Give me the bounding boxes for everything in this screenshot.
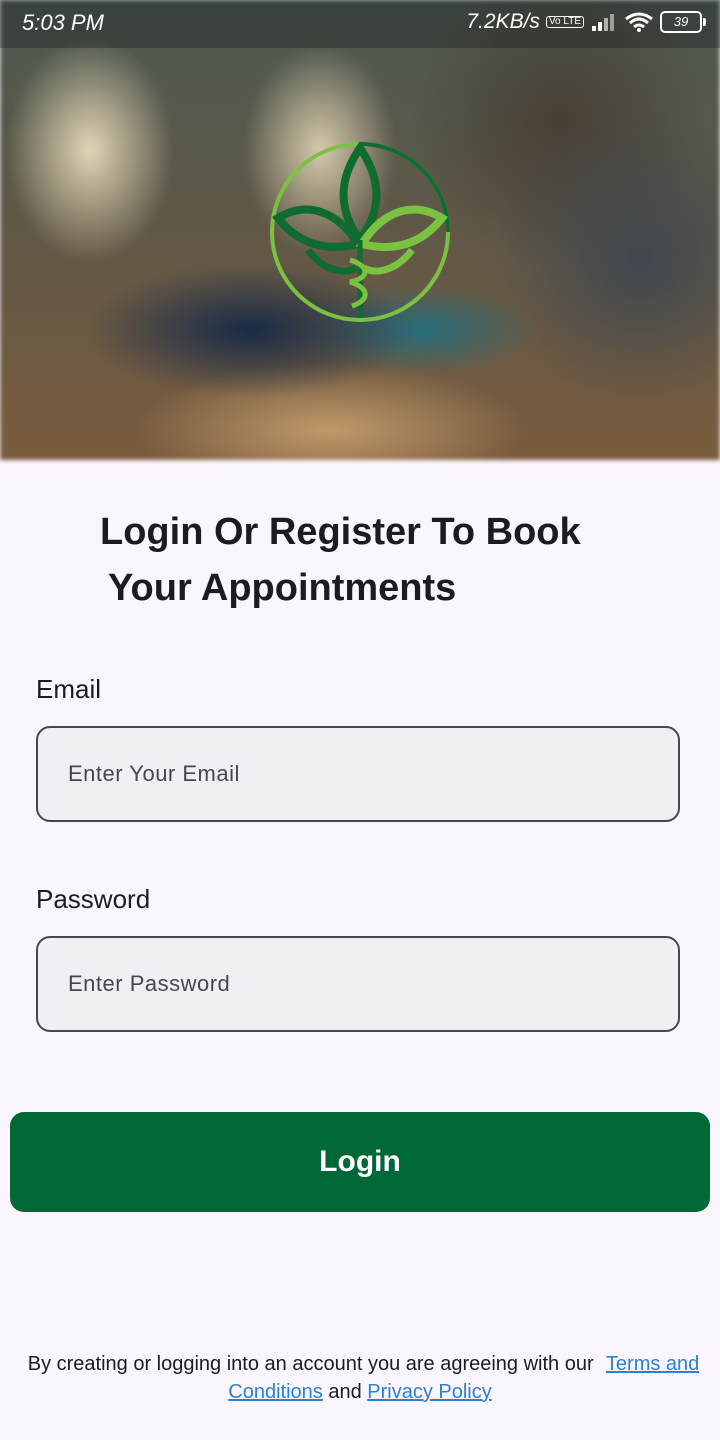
email-field-container[interactable] bbox=[36, 726, 680, 822]
battery-icon: 39 bbox=[660, 11, 706, 33]
password-field-container[interactable] bbox=[36, 936, 680, 1032]
status-indicators: 7.2KB/s Vo LTE 39 bbox=[466, 10, 706, 34]
privacy-link[interactable]: Privacy Policy bbox=[367, 1381, 491, 1403]
login-button[interactable]: Login bbox=[10, 1112, 710, 1212]
page-title-line2: Your Appointments bbox=[108, 567, 457, 609]
status-time: 5:03 PM bbox=[22, 10, 104, 35]
signal-icon bbox=[592, 14, 614, 31]
footer-conjunction: and bbox=[328, 1381, 362, 1403]
status-bar: 5:03 PM 7.2KB/s Vo LTE 39 bbox=[0, 0, 720, 48]
page-title-line1: Login Or Register To Book bbox=[100, 511, 581, 553]
page-title: Login Or Register To Book Your Appointme… bbox=[100, 504, 640, 616]
network-speed: 7.2KB/s bbox=[466, 10, 540, 33]
wifi-icon bbox=[625, 12, 653, 32]
email-field[interactable] bbox=[38, 728, 678, 820]
password-label: Password bbox=[36, 884, 151, 914]
password-field[interactable] bbox=[38, 938, 678, 1030]
legal-footer: By creating or logging into an account y… bbox=[0, 1350, 720, 1406]
footer-text: By creating or logging into an account y… bbox=[27, 1353, 594, 1375]
email-label: Email bbox=[36, 674, 102, 704]
volte-badge-icon: Vo LTE bbox=[545, 16, 584, 28]
leaf-caduceus-logo-icon bbox=[270, 140, 450, 322]
